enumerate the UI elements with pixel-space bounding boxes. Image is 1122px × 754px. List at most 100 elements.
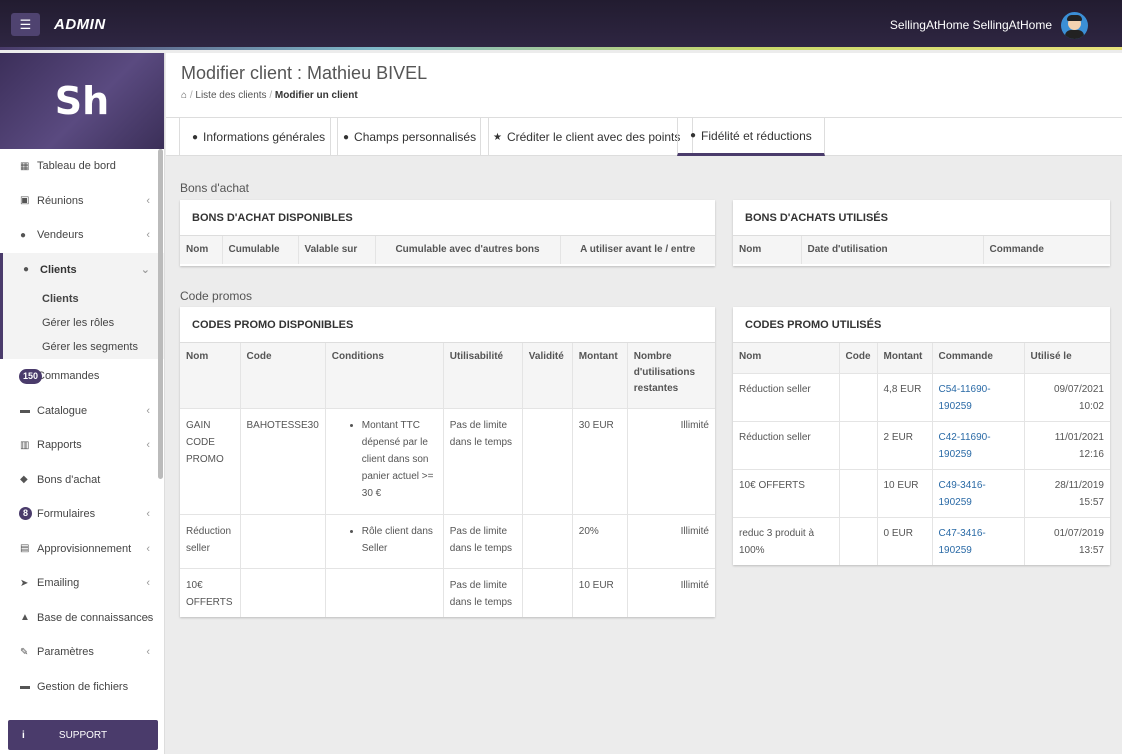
sidebar-item-fichiers[interactable]: ▬ Gestion de fichiers [0,670,164,705]
tab-crediter-points[interactable]: ★ Créditer le client avec des points [480,118,694,156]
bons-dispo-panel: BONS D'ACHAT DISPONIBLES Nom Cumulable V… [180,200,715,266]
table-row: 10€ OFFERTS 10 EUR C49-3416-190259 28/11… [733,468,1110,517]
promo-dispo-table: Nom Code Conditions Utilisabilité Validi… [180,343,715,617]
table-header[interactable]: Montant [877,343,933,373]
avatar[interactable] [1061,12,1088,39]
table-row: Réduction seller 2 EUR C42-11690-190259 … [733,420,1110,469]
table-header[interactable]: Validité [522,343,573,408]
table-header[interactable]: Cumulable avec d'autres bons [375,236,561,264]
tab-fidelite-reductions[interactable]: ● Fidélité et réductions [677,118,825,156]
tab-champs-personnalises[interactable]: ● Champs personnalisés [330,118,490,156]
sidebar-item-formulaires[interactable]: 8 Formulaires ‹ [0,497,164,532]
users-icon: ● [20,229,27,241]
sidebar-item-reunions[interactable]: ▣ Réunions ‹ [0,184,164,219]
chevron-left-icon: ‹ [146,229,150,242]
chevron-left-icon: ‹ [146,611,150,624]
breadcrumb: ⌂ / Liste des clients / Modifier un clie… [181,90,358,101]
clients-submenu: Clients Gérer les rôles Gérer les segmen… [0,287,164,359]
table-header[interactable]: A utiliser avant le / entre [560,236,715,264]
submenu-item-roles[interactable]: Gérer les rôles [3,311,164,335]
tab-bar: ● Informations générales ● Champs personna… [166,118,1122,156]
table-header[interactable]: Nom [733,236,802,264]
graduation-cap-icon: ▲ [20,612,30,624]
wrench-icon: ✎ [20,646,29,658]
sidebar-item-dashboard[interactable]: ▦ Tableau de bord [0,149,164,184]
table-header[interactable]: Utilisé le [1024,343,1110,373]
order-link[interactable]: C47-3416-190259 [932,516,1025,565]
sidebar-item-vendeurs[interactable]: ● Vendeurs ‹ [0,218,164,253]
promo-dispo-title: CODES PROMO DISPONIBLES [180,307,715,343]
promo-utilises-title: CODES PROMO UTILISÉS [733,307,1110,343]
sidebar-item-rapports[interactable]: ▥ Rapports ‹ [0,428,164,463]
sidebar-item-emailing[interactable]: ➤ Emailing ‹ [0,566,164,601]
chevron-left-icon: ‹ [146,508,150,521]
promo-dispo-panel: CODES PROMO DISPONIBLES Nom Code Conditi… [180,307,715,617]
sidebar-scrollbar[interactable] [158,149,163,479]
star-icon: ★ [493,131,502,143]
info-circle-icon: ● [690,130,697,141]
table-header[interactable]: Cumulable [222,236,299,264]
table-header[interactable]: Date d'utilisation [801,236,984,264]
home-icon[interactable]: ⌂ [181,90,187,101]
sidebar-item-catalogue[interactable]: ▬ Catalogue ‹ [0,394,164,429]
submenu-item-clients[interactable]: Clients [3,287,164,311]
breadcrumb-client-list[interactable]: Liste des clients [195,90,266,101]
bons-dispo-title: BONS D'ACHAT DISPONIBLES [180,200,715,236]
send-icon: ➤ [20,577,29,589]
logo[interactable]: Sh [0,53,164,149]
table-header[interactable]: Commande [983,236,1110,264]
table-row: 10€ OFFERTS Pas de limite dans le temps … [180,567,715,617]
sidebar-item-clients[interactable]: ● Clients ⌄ [0,252,164,287]
table-header[interactable]: Conditions [325,343,444,408]
orders-count-badge: 150 [19,369,43,384]
page-header: Modifier client : Mathieu BIVEL ⌂ / List… [166,53,1122,118]
truck-icon: ▤ [20,543,30,555]
header-accent-bar [0,47,1122,50]
bons-utilises-table: Nom Date d'utilisation Commande [733,236,1110,264]
bons-utilises-panel: BONS D'ACHATS UTILISÉS Nom Date d'utilis… [733,200,1110,266]
table-row: reduc 3 produit à 100% 0 EUR C47-3416-19… [733,516,1110,565]
table-header[interactable]: Valable sur [298,236,376,264]
calendar-icon: ▣ [20,195,30,207]
dashboard-icon: ▦ [20,160,30,172]
order-link[interactable]: C54-11690-190259 [932,372,1025,421]
table-row: Réduction seller Rôle client dans Seller… [180,513,715,568]
order-link[interactable]: C49-3416-190259 [932,468,1025,517]
top-bar: ☰ ADMIN SellingAtHome SellingAtHome [0,0,1122,50]
submenu-item-segments[interactable]: Gérer les segments [3,335,164,359]
sidebar-item-parametres[interactable]: ✎ Paramètres ‹ [0,635,164,670]
tab-infos-generales[interactable]: ● Informations générales [179,118,339,156]
chevron-down-icon: ⌄ [140,264,150,277]
table-header[interactable]: Code [240,343,326,408]
support-button[interactable]: i SUPPORT [8,720,158,750]
chevron-left-icon: ‹ [146,577,150,590]
order-link[interactable]: C42-11690-190259 [932,420,1025,469]
sidebar-item-knowledge[interactable]: ▲ Base de connaissances ‹ [0,601,164,636]
section-label-bons: Bons d'achat [180,181,250,195]
info-circle-icon: ● [192,131,199,143]
table-header[interactable]: Commande [932,343,1025,373]
sidebar: Sh ▦ Tableau de bord ▣ Réunions ‹ ● Vendeurs… [0,53,165,754]
bar-chart-icon: ▥ [20,439,30,451]
user-name[interactable]: SellingAtHome SellingAtHome [890,18,1052,32]
chevron-left-icon: ‹ [146,404,150,417]
hamburger-icon: ☰ [19,16,32,32]
table-header[interactable]: Montant [572,343,628,408]
info-icon: i [22,729,25,741]
table-header[interactable]: Nombre d'utilisations restantes [627,343,715,408]
bons-dispo-table: Nom Cumulable Valable sur Cumulable avec… [180,236,715,264]
menu-toggle-button[interactable]: ☰ [11,13,40,36]
brand-title: ADMIN [54,16,106,33]
sidebar-item-bons-achat[interactable]: ◆ Bons d'achat [0,463,164,498]
sidebar-item-approvisionnement[interactable]: ▤ Approvisionnement ‹ [0,532,164,567]
chevron-left-icon: ‹ [146,439,150,452]
table-header[interactable]: Code [839,343,878,373]
table-header[interactable]: Nom [180,236,223,264]
page-title: Modifier client : Mathieu BIVEL [181,63,428,83]
table-header[interactable]: Nom [180,343,241,408]
tag-icon: ◆ [20,474,28,486]
table-row: GAIN CODE PROMO BAHOTESSE30 Montant TTC … [180,407,715,514]
sidebar-item-commandes[interactable]: 150 Commandes [0,359,164,394]
table-header[interactable]: Utilisabilité [443,343,523,408]
table-header[interactable]: Nom [733,343,840,373]
